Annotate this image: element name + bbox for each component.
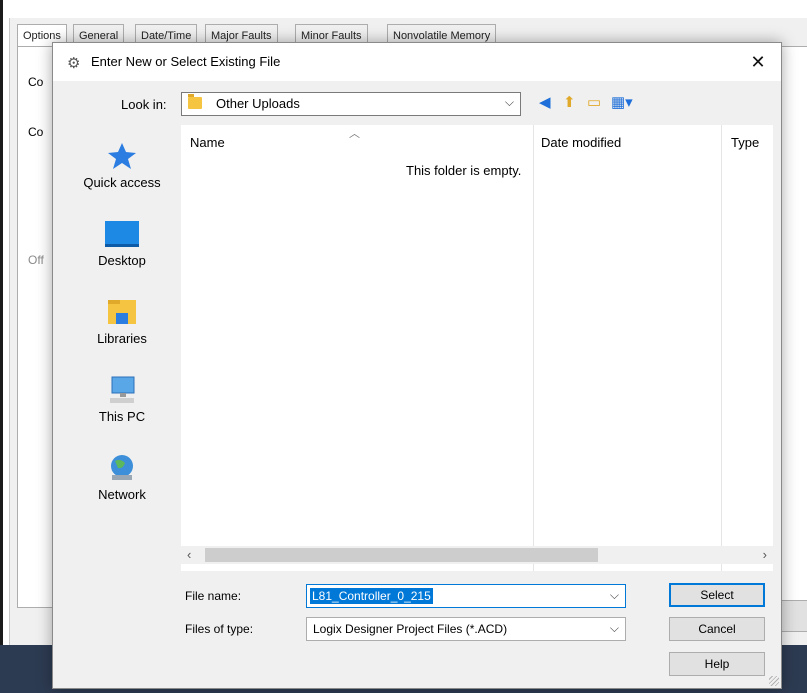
place-this-pc[interactable]: This PC (63, 367, 181, 437)
place-label: This PC (98, 409, 146, 424)
empty-folder-message: This folder is empty. (406, 163, 522, 178)
select-button[interactable]: Select (669, 583, 765, 607)
network-icon (104, 453, 140, 483)
resize-grip[interactable] (769, 676, 779, 686)
file-type-dropdown[interactable]: Logix Designer Project Files (*.ACD) ⌵ (306, 617, 626, 641)
place-desktop[interactable]: Desktop (63, 211, 181, 281)
libraries-icon (104, 297, 140, 327)
column-header-date-modified[interactable]: Date modified (541, 135, 621, 150)
place-libraries[interactable]: Libraries (63, 289, 181, 359)
file-name-label: File name: (185, 589, 242, 603)
view-menu-icon[interactable]: ▦▾ (611, 93, 633, 111)
file-name-value: L81_Controller_0_215 (310, 588, 433, 604)
background-edge (0, 0, 3, 650)
column-header-type[interactable]: Type (731, 135, 759, 150)
background-label: Off (28, 253, 44, 267)
file-type-value: Logix Designer Project Files (*.ACD) (313, 622, 508, 636)
desktop-icon (104, 219, 140, 249)
chevron-down-icon: ⌵ (609, 621, 619, 635)
horizontal-scrollbar[interactable]: ‹ › (181, 546, 773, 564)
file-list[interactable]: ︿ Name Date modified Type This folder is… (181, 125, 773, 571)
look-in-value: Other Uploads (216, 96, 300, 111)
place-quick-access[interactable]: Quick access (63, 133, 181, 203)
sort-up-icon: ︿ (349, 128, 360, 140)
title-bar: ⚙ Enter New or Select Existing File ✕ (53, 43, 781, 81)
back-icon[interactable]: ◀ (539, 93, 551, 111)
file-name-input[interactable]: L81_Controller_0_215 ⌵ (306, 584, 626, 608)
place-label: Quick access (83, 175, 161, 190)
chevron-down-icon: ⌵ (504, 95, 514, 109)
cancel-button[interactable]: Cancel (669, 617, 765, 641)
help-button[interactable]: Help (669, 652, 765, 676)
background-label: Co (28, 75, 44, 89)
place-label: Network (98, 487, 146, 502)
places-bar: Quick access Desktop Libraries This PC N… (63, 123, 181, 573)
place-network[interactable]: Network (63, 445, 181, 515)
new-folder-icon[interactable]: ▭ (587, 93, 601, 111)
scroll-right-icon[interactable]: › (763, 547, 767, 562)
scroll-left-icon[interactable]: ‹ (187, 547, 191, 562)
chevron-down-icon[interactable]: ⌵ (610, 588, 619, 603)
column-divider (721, 125, 722, 571)
close-button[interactable]: ✕ (735, 43, 781, 81)
up-folder-icon[interactable]: ⬆ (563, 93, 576, 111)
folder-icon (188, 94, 202, 109)
column-divider (533, 125, 534, 571)
background-label: Co (28, 125, 44, 139)
computer-icon (104, 375, 140, 405)
column-header-name[interactable]: Name (190, 135, 225, 150)
dialog-title: Enter New or Select Existing File (91, 54, 281, 69)
file-dialog: ⚙ Enter New or Select Existing File ✕ Lo… (52, 42, 782, 689)
star-icon (104, 141, 140, 171)
place-label: Desktop (98, 253, 146, 268)
gear-document-icon: ⚙ (67, 55, 81, 72)
scroll-thumb[interactable] (205, 548, 598, 562)
look-in-label: Look in: (121, 97, 167, 112)
file-type-label: Files of type: (185, 622, 254, 636)
place-label: Libraries (97, 331, 147, 346)
look-in-dropdown[interactable]: Other Uploads ⌵ (181, 92, 521, 116)
